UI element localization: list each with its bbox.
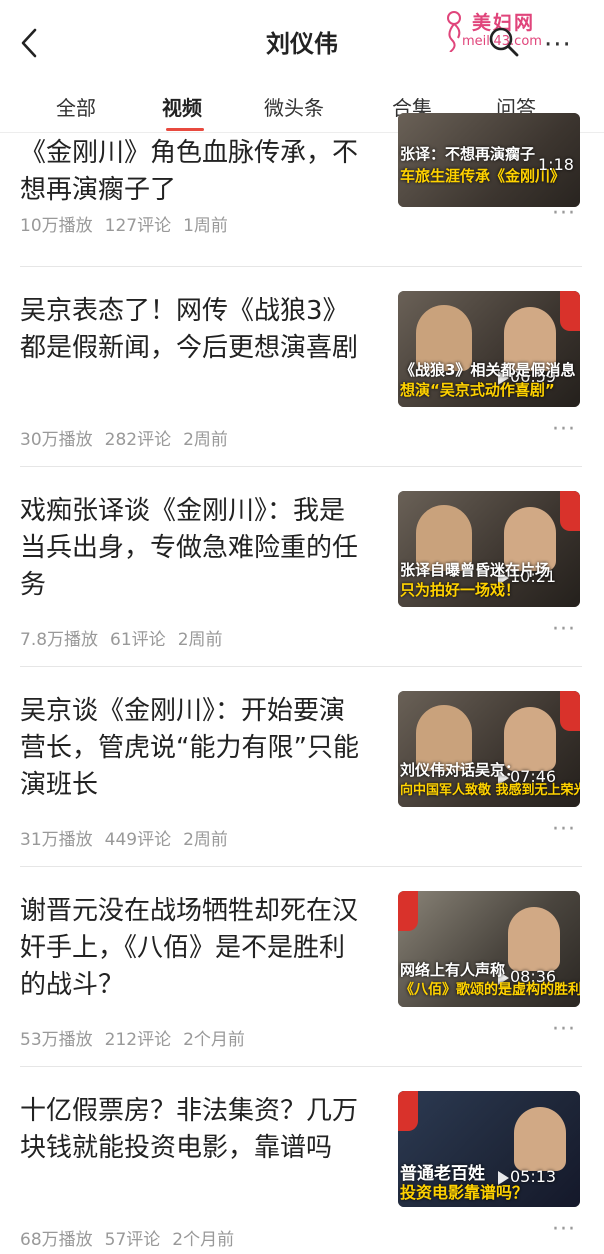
comment-count: 127评论	[104, 216, 172, 236]
comment-count: 449评论	[104, 830, 172, 850]
publish-time: 2周前	[183, 830, 228, 850]
channel-tag	[560, 291, 580, 331]
play-count: 31万播放	[20, 830, 93, 850]
item-more-button[interactable]: ···	[552, 1017, 576, 1042]
list-item[interactable]: 十亿假票房？非法集资？几万块钱就能投资电影，靠谱吗 68万播放 57评论 2个月前 …	[0, 1067, 604, 1254]
item-more-button[interactable]: ···	[552, 617, 576, 642]
comment-count: 212评论	[104, 1030, 172, 1050]
video-meta: 53万播放 212评论 2个月前	[20, 1025, 257, 1050]
video-meta: 10万播放 127评论 1周前	[20, 211, 240, 236]
video-title[interactable]: 戏痴张译谈《金刚川》：我是当兵出身，专做急难险重的任务	[20, 493, 370, 604]
play-count: 53万播放	[20, 1030, 93, 1050]
tab-all[interactable]: 全部	[56, 92, 96, 121]
video-thumbnail[interactable]: 10:21 张译自曝曾昏迷在片场 只为拍好一场戏！	[398, 491, 580, 607]
search-button[interactable]	[488, 26, 522, 60]
publish-time: 2周前	[183, 430, 228, 450]
video-meta: 7.8万播放 61评论 2周前	[20, 625, 235, 650]
thumbnail-subcaption: 投资电影靠谱吗？	[400, 1183, 529, 1202]
video-duration: 1:18	[538, 155, 574, 174]
tab-video[interactable]: 视频	[162, 92, 202, 121]
thumbnail-caption: 刘仪伟对话吴京：	[400, 761, 521, 779]
video-thumbnail[interactable]: 08:36 网络上有人声称 《八佰》歌颂的是虚构的胜利	[398, 891, 580, 1007]
play-count: 10万播放	[20, 216, 93, 236]
channel-tag	[560, 691, 580, 731]
item-more-button[interactable]: ···	[552, 1217, 576, 1242]
video-meta: 31万播放 449评论 2周前	[20, 825, 240, 850]
channel-tag	[398, 891, 418, 931]
publish-time: 2个月前	[172, 1230, 235, 1250]
list-item[interactable]: 吴京表态了！网传《战狼3》都是假新闻，今后更想演喜剧 30万播放 282评论 2周前…	[0, 267, 604, 465]
thumbnail-subcaption: 《八佰》歌颂的是虚构的胜利	[400, 982, 580, 998]
comment-count: 61评论	[110, 630, 166, 650]
publish-time: 1周前	[183, 216, 228, 236]
video-thumbnail[interactable]: 06:59 《战狼3》相关都是假消息 想演“吴京式动作喜剧”	[398, 291, 580, 407]
comment-count: 57评论	[104, 1230, 161, 1250]
item-more-button[interactable]: ···	[552, 817, 576, 842]
channel-tag	[398, 1091, 418, 1131]
thumbnail-caption: 网络上有人声称	[400, 961, 506, 979]
video-title[interactable]: 吴京谈《金刚川》：开始要演营长，管虎说“能力有限”只能演班长	[20, 693, 370, 804]
top-bar: 刘仪伟 美妇网 meili43.com ···	[0, 0, 604, 84]
list-item[interactable]: 谢晋元没在战场牺牲却死在汉奸手上，《八佰》是不是胜利的战斗？ 53万播放 212评…	[0, 867, 604, 1065]
play-count: 30万播放	[20, 430, 93, 450]
comment-count: 282评论	[104, 430, 172, 450]
video-thumbnail[interactable]: 07:46 刘仪伟对话吴京： 向中国军人致敬 我感到无上荣光	[398, 691, 580, 807]
list-item[interactable]: 《金刚川》角色血脉传承，不想再演瘸子了 10万播放 127评论 1周前 ··· 张译…	[0, 113, 604, 269]
list-item[interactable]: 戏痴张译谈《金刚川》：我是当兵出身，专做急难险重的任务 7.8万播放 61评论 2周…	[0, 467, 604, 665]
list-item[interactable]: 吴京谈《金刚川》：开始要演营长，管虎说“能力有限”只能演班长 31万播放 449评…	[0, 667, 604, 865]
video-thumbnail[interactable]: 张译：不想再演瘸子 车旅生涯传承《金刚川》 1:18	[398, 113, 580, 207]
thumbnail-subcaption: 想演“吴京式动作喜剧”	[400, 381, 555, 399]
video-title[interactable]: 《金刚川》角色血脉传承，不想再演瘸子了	[20, 135, 370, 209]
video-meta: 68万播放 57评论 2个月前	[20, 1225, 246, 1250]
play-count: 7.8万播放	[20, 630, 99, 650]
search-icon	[489, 27, 519, 57]
thumbnail-caption: 《战狼3》相关都是假消息	[400, 361, 576, 379]
publish-time: 2周前	[177, 630, 223, 650]
tab-weitoutiao[interactable]: 微头条	[264, 92, 324, 121]
item-more-button[interactable]: ···	[552, 417, 576, 442]
video-thumbnail[interactable]: 05:13 普通老百姓 投资电影靠谱吗？	[398, 1091, 580, 1207]
publish-time: 2个月前	[183, 1030, 245, 1050]
video-title[interactable]: 吴京表态了！网传《战狼3》都是假新闻，今后更想演喜剧	[20, 293, 370, 367]
thumbnail-caption: 张译自曝曾昏迷在片场	[400, 561, 551, 579]
thumbnail-subcaption: 只为拍好一场戏！	[400, 581, 521, 599]
thumbnail-subcaption: 向中国军人致敬 我感到无上荣光	[400, 783, 580, 798]
more-menu-button[interactable]: ···	[544, 30, 572, 60]
play-count: 68万播放	[20, 1230, 93, 1250]
video-title[interactable]: 十亿假票房？非法集资？几万块钱就能投资电影，靠谱吗	[20, 1093, 370, 1167]
video-title[interactable]: 谢晋元没在战场牺牲却死在汉奸手上，《八佰》是不是胜利的战斗？	[20, 893, 370, 1004]
channel-tag	[560, 491, 580, 531]
video-meta: 30万播放 282评论 2周前	[20, 425, 240, 450]
